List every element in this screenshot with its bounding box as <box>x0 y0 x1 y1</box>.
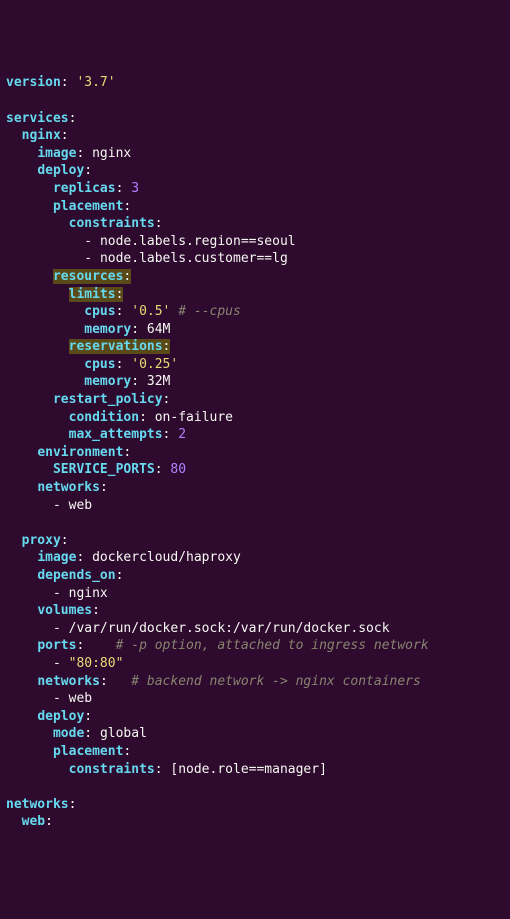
yaml-code-block: version: '3.7' services: nginx: image: n… <box>6 74 504 831</box>
line-version: version: '3.7' <box>6 74 504 92</box>
line-services: services: <box>6 110 504 128</box>
line-resources: resources: <box>6 268 504 286</box>
line-networks: networks: <box>6 796 504 814</box>
line-nginx: nginx: <box>6 127 504 145</box>
line-proxy: proxy: <box>6 532 504 550</box>
